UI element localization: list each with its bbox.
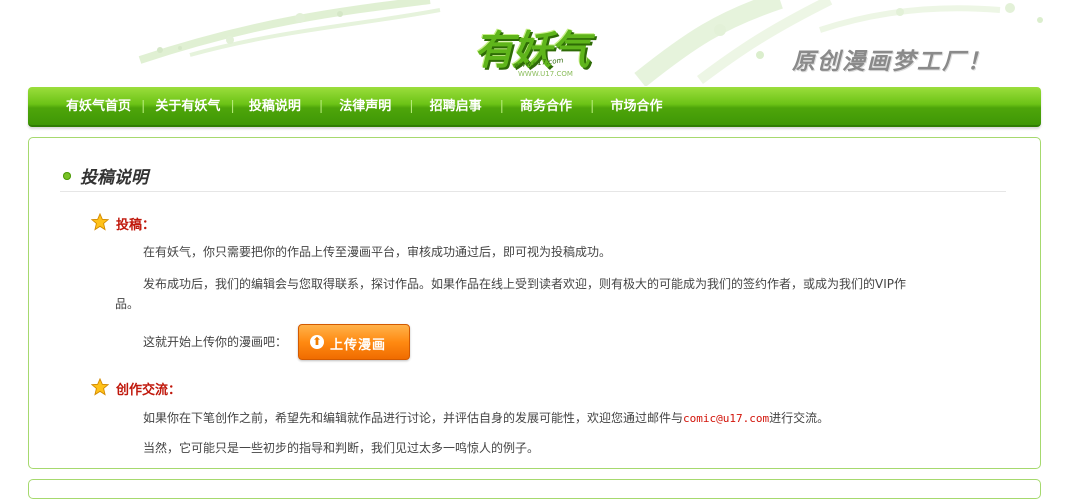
nav-separator: | [230,99,235,114]
star-icon [91,378,109,396]
nav-item-marketing[interactable]: 市场合作 [610,99,662,115]
site-header: 有妖气 www.u17.com WWW.U17.COM 原创漫画梦工厂！ [0,0,1080,86]
next-panel [28,479,1041,499]
upload-comic-button[interactable]: ⬆ 上传漫画 [298,324,410,360]
title-divider [60,191,1006,192]
submission-paragraph-2: 发布成功后，我们的编辑会与您取得联系，探讨作品。如果作品在线上受到读者欢迎，则有… [143,277,906,291]
communication-text-before: 如果你在下笔创作之前，希望先和编辑就作品进行讨论，并评估自身的发展可能性，欢迎您… [143,411,684,425]
nav-separator: | [318,99,324,114]
communication-paragraph-2: 当然，它可能只是一些初步的指导和判断，我们见过太多一鸣惊人的例子。 [143,441,540,455]
communication-paragraph-1: 如果你在下笔创作之前，希望先和编辑就作品进行讨论，并评估自身的发展可能性，欢迎您… [143,406,829,431]
main-nav: 有妖气首页 | 关于有妖气 | 投稿说明 | 法律声明 | 招聘启事 | 商务合… [28,87,1041,127]
title-bullet-icon [63,172,71,180]
contact-email-link[interactable]: comic@u17.com [683,412,769,425]
upload-arrow-icon: ⬆ [310,335,324,349]
submission-paragraph-1: 在有妖气，你只需要把你的作品上传至漫画平台，审核成功通过后，即可视为投稿成功。 [143,245,612,259]
nav-item-about[interactable]: 关于有妖气 [155,99,220,115]
upload-prompt-text: 这就开始上传你的漫画吧： [143,335,288,349]
nav-separator: | [499,99,505,114]
submission-paragraph-2-continued: 品。 [115,297,140,311]
section-heading-communication: 创作交流： [116,383,182,398]
nav-item-submission[interactable]: 投稿说明 [249,99,301,115]
upload-button-label: 上传漫画 [330,338,387,353]
nav-separator: | [141,99,146,114]
page-title: 投稿说明 [80,168,148,188]
logo-url-shadow: WWW.U17.COM [518,70,573,78]
nav-separator: | [590,99,595,114]
nav-item-jobs[interactable]: 招聘启事 [430,99,482,115]
site-slogan: 原创漫画梦工厂！ [792,49,992,75]
section-heading-submission: 投稿： [116,218,156,233]
nav-item-legal[interactable]: 法律声明 [339,99,391,115]
nav-item-business[interactable]: 商务合作 [520,99,572,115]
nav-separator: | [409,99,414,114]
nav-item-home[interactable]: 有妖气首页 [66,99,131,115]
site-logo[interactable]: 有妖气 www.u17.com WWW.U17.COM [468,4,606,82]
communication-text-after: 进行交流。 [769,411,830,425]
star-icon [91,213,109,231]
